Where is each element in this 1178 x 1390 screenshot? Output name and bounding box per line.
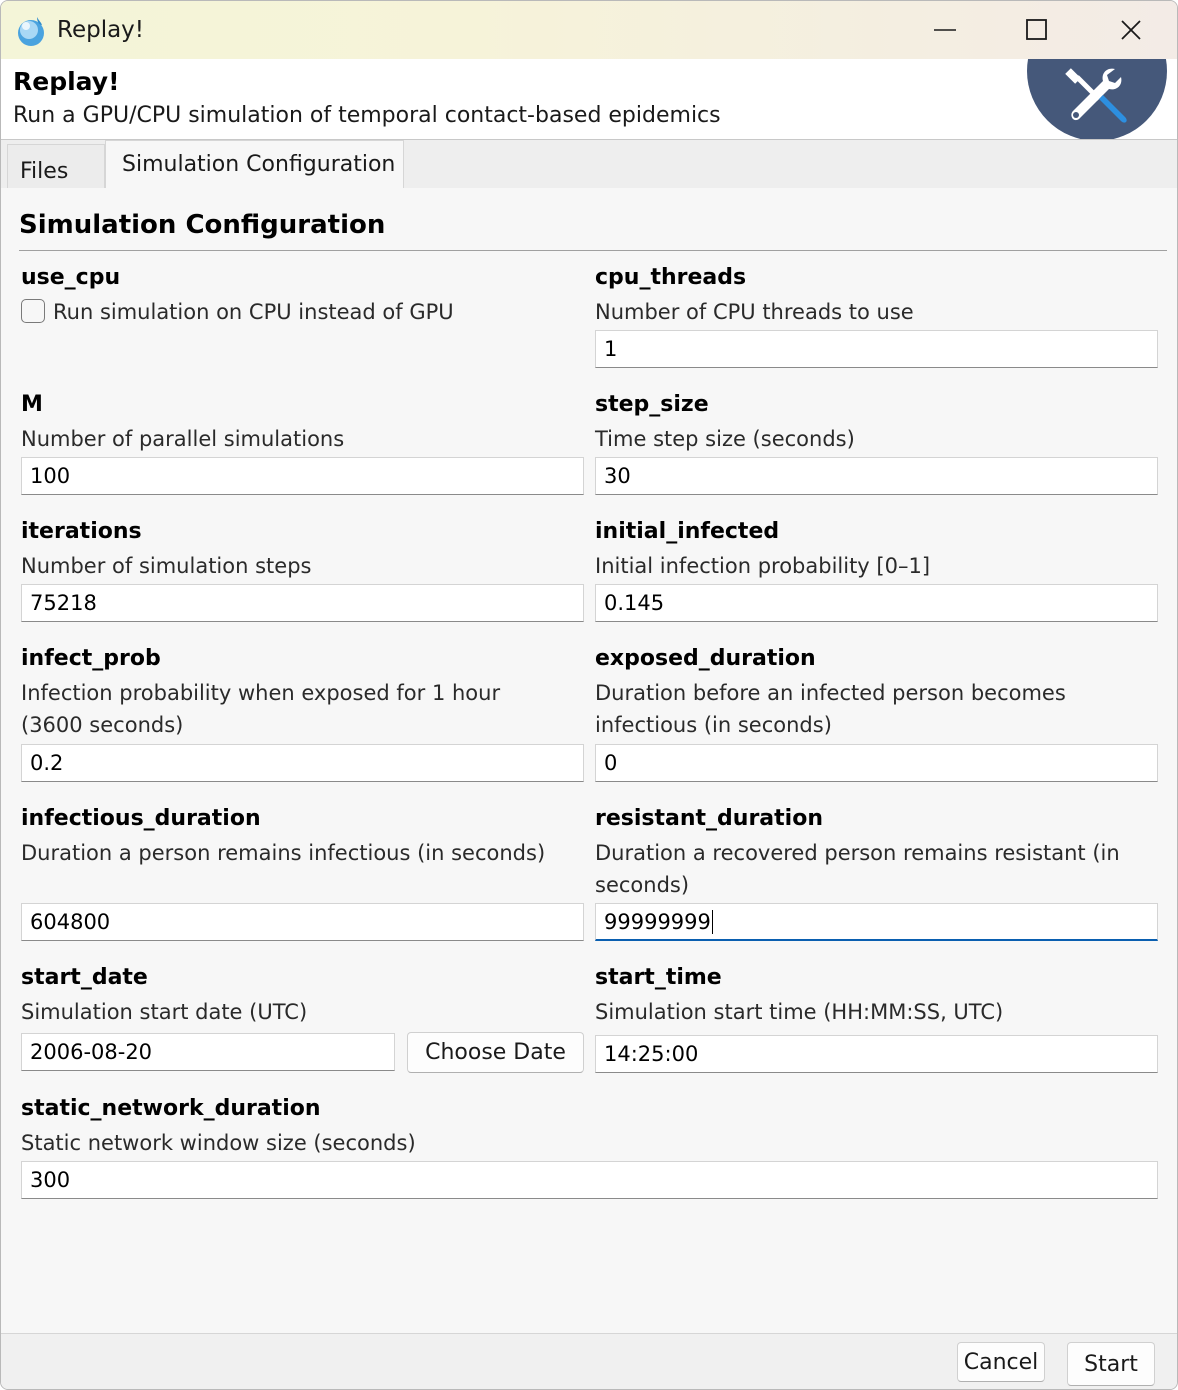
dialog-footer: Cancel Start — [1, 1333, 1177, 1389]
close-button[interactable] — [1085, 1, 1177, 59]
step-size-input[interactable]: 30 — [595, 457, 1158, 495]
start-time-value: 14:25:00 — [604, 1042, 699, 1066]
static-network-duration-label: static_network_duration — [21, 1096, 321, 1121]
initial-infected-description: Initial infection probability [0–1] — [595, 554, 931, 578]
title-bar[interactable]: Replay! — [1, 1, 1177, 59]
iterations-description: Number of simulation steps — [21, 554, 312, 578]
app-window: Replay! Replay! Run a GPU/CPU simulation… — [0, 0, 1178, 1390]
initial-infected-value: 0.145 — [604, 591, 665, 615]
droplet-icon — [18, 17, 44, 46]
step-size-value: 30 — [604, 464, 631, 488]
cancel-button-label: Cancel — [963, 1349, 1039, 1375]
iterations-label: iterations — [21, 519, 142, 544]
infect-prob-description-line1: Infection probability when exposed for 1… — [21, 681, 501, 705]
minimize-icon — [934, 29, 956, 31]
static-network-duration-value: 300 — [30, 1168, 71, 1192]
infect-prob-input[interactable]: 0.2 — [21, 744, 584, 782]
tab-bar: Files Simulation Configuration — [1, 140, 1177, 188]
m-value: 100 — [30, 464, 71, 488]
infectious-duration-input[interactable]: 604800 — [21, 903, 584, 941]
use-cpu-checkbox-label[interactable]: Run simulation on CPU instead of GPU — [53, 296, 454, 328]
start-button-label: Start — [1084, 1351, 1138, 1377]
start-date-label: start_date — [21, 965, 148, 990]
infect-prob-description-line2: (3600 seconds) — [21, 713, 184, 737]
use-cpu-checkbox[interactable] — [21, 299, 45, 323]
m-label: M — [21, 392, 43, 417]
window-title: Replay! — [57, 17, 145, 43]
text-caret — [711, 909, 713, 934]
banner-logo — [1027, 59, 1167, 139]
cpu-threads-label: cpu_threads — [595, 265, 747, 290]
m-input[interactable]: 100 — [21, 457, 584, 495]
m-description: Number of parallel simulations — [21, 427, 345, 451]
start-date-description: Simulation start date (UTC) — [21, 1000, 308, 1024]
start-time-input[interactable]: 14:25:00 — [595, 1035, 1158, 1073]
start-time-description: Simulation start time (HH:MM:SS, UTC) — [595, 1000, 1004, 1024]
choose-date-button-label: Choose Date — [425, 1040, 566, 1065]
initial-infected-label: initial_infected — [595, 519, 780, 544]
start-button[interactable]: Start — [1067, 1342, 1155, 1386]
step-size-description: Time step size (seconds) — [595, 427, 855, 451]
infect-prob-label: infect_prob — [21, 646, 161, 671]
step-size-label: step_size — [595, 392, 709, 417]
infectious-duration-description: Duration a person remains infectious (in… — [21, 841, 546, 865]
start-date-input[interactable]: 2006-08-20 — [21, 1033, 395, 1071]
resistant-duration-label: resistant_duration — [595, 806, 823, 831]
tab-label: Simulation Configuration — [122, 152, 396, 177]
exposed-duration-input[interactable]: 0 — [595, 744, 1158, 782]
exposed-duration-description-line1: Duration before an infected person becom… — [595, 681, 1066, 705]
banner-title: Replay! — [13, 67, 120, 96]
section-divider — [19, 250, 1167, 251]
start-time-label: start_time — [595, 965, 722, 990]
header-banner: Replay! Run a GPU/CPU simulation of temp… — [1, 59, 1177, 140]
exposed-duration-label: exposed_duration — [595, 646, 816, 671]
infectious-duration-label: infectious_duration — [21, 806, 261, 831]
minimize-button[interactable] — [899, 1, 991, 59]
static-network-duration-description: Static network window size (seconds) — [21, 1131, 416, 1155]
resistant-duration-description-line1: Duration a recovered person remains resi… — [595, 841, 1120, 865]
resistant-duration-value: 99999999 — [604, 909, 711, 934]
exposed-duration-value: 0 — [604, 751, 618, 775]
iterations-value: 75218 — [30, 591, 97, 615]
tab-label: Files — [20, 159, 69, 184]
initial-infected-input[interactable]: 0.145 — [595, 584, 1158, 622]
cpu-threads-value: 1 — [604, 337, 618, 361]
iterations-input[interactable]: 75218 — [21, 584, 584, 622]
tab-simulation-configuration[interactable]: Simulation Configuration — [105, 140, 404, 188]
cancel-button[interactable]: Cancel — [957, 1342, 1045, 1382]
resistant-duration-input[interactable]: 99999999 — [595, 903, 1158, 941]
maximize-button[interactable] — [991, 1, 1083, 59]
exposed-duration-description-line2: infectious (in seconds) — [595, 713, 832, 737]
start-date-value: 2006-08-20 — [30, 1040, 153, 1064]
infect-prob-value: 0.2 — [30, 751, 64, 775]
static-network-duration-input[interactable]: 300 — [21, 1161, 1158, 1199]
simulation-configuration-panel: Simulation Configuration use_cpu Run sim… — [1, 188, 1177, 1333]
cpu-threads-description: Number of CPU threads to use — [595, 300, 914, 324]
resistant-duration-description-line2: seconds) — [595, 873, 690, 897]
banner-subtitle: Run a GPU/CPU simulation of temporal con… — [13, 103, 721, 128]
infectious-duration-value: 604800 — [30, 910, 111, 934]
cpu-threads-input[interactable]: 1 — [595, 330, 1158, 368]
use-cpu-label: use_cpu — [21, 265, 121, 290]
maximize-icon — [1026, 19, 1047, 40]
close-icon — [1121, 20, 1141, 40]
section-title: Simulation Configuration — [19, 210, 386, 240]
tab-files[interactable]: Files — [7, 144, 105, 188]
tools-icon — [1065, 68, 1127, 123]
choose-date-button[interactable]: Choose Date — [407, 1032, 584, 1073]
